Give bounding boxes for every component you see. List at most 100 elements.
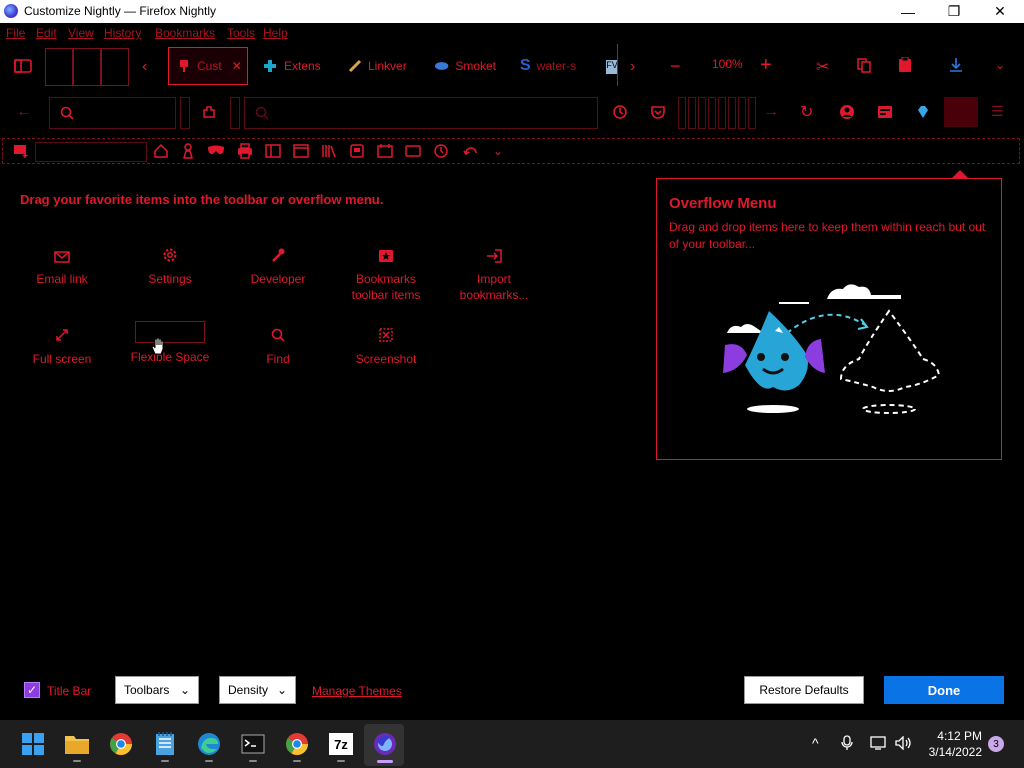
edge-icon[interactable] bbox=[194, 729, 224, 759]
forward-icon[interactable]: → bbox=[763, 103, 779, 121]
hamburger-menu-icon[interactable]: ☰ bbox=[991, 103, 1004, 120]
palette-item-flexible-space[interactable]: Flexible Space bbox=[125, 317, 215, 365]
palette-item-import-bookmarks[interactable]: Import bookmarks... bbox=[449, 237, 539, 303]
tab-placeholder[interactable] bbox=[73, 48, 101, 86]
mask-icon[interactable] bbox=[207, 144, 225, 156]
palette-item-settings[interactable]: Settings bbox=[125, 237, 215, 287]
restore-defaults-button[interactable]: Restore Defaults bbox=[744, 676, 864, 704]
print-icon[interactable] bbox=[237, 143, 253, 159]
new-window-icon[interactable] bbox=[293, 144, 309, 158]
container-tab-icon[interactable] bbox=[405, 145, 421, 157]
palette-item-full-screen[interactable]: Full screen bbox=[17, 317, 107, 367]
microphone-icon[interactable] bbox=[841, 735, 853, 751]
spacer-item[interactable] bbox=[738, 97, 746, 129]
library-icon[interactable] bbox=[877, 104, 893, 120]
notepad-icon[interactable] bbox=[150, 729, 180, 759]
done-button[interactable]: Done bbox=[884, 676, 1004, 704]
tab-water[interactable]: S water-s bbox=[520, 47, 586, 85]
menu-edit[interactable]: Edit bbox=[36, 26, 57, 40]
firefox-nightly-taskbar-icon[interactable] bbox=[370, 729, 400, 759]
pocket-icon[interactable] bbox=[650, 104, 666, 120]
firefox-view-icon[interactable] bbox=[14, 58, 32, 74]
overflow-menu-description: Drag and drop items here to keep them wi… bbox=[669, 220, 986, 251]
tab-placeholder[interactable] bbox=[101, 48, 129, 86]
spacer-item[interactable] bbox=[230, 97, 240, 129]
zoom-out-icon[interactable]: − bbox=[670, 56, 681, 77]
palette-item-find[interactable]: Find bbox=[233, 317, 323, 367]
history-icon[interactable] bbox=[612, 104, 628, 120]
spacer-item[interactable] bbox=[718, 97, 726, 129]
gem-extension-icon[interactable] bbox=[916, 105, 930, 119]
tab-customize[interactable]: Cust ✕ bbox=[168, 47, 248, 85]
menu-bookmarks[interactable]: Bookmarks bbox=[155, 26, 215, 40]
scroll-tabs-right-icon[interactable]: › bbox=[630, 58, 635, 76]
sync-icon[interactable] bbox=[463, 143, 479, 159]
toolbars-dropdown[interactable]: Toolbars ⌄ bbox=[115, 676, 199, 704]
reload-icon[interactable]: ↻ bbox=[800, 102, 813, 122]
extensions-icon[interactable] bbox=[201, 104, 217, 120]
network-icon[interactable] bbox=[870, 736, 888, 750]
show-hidden-icons-icon[interactable]: ^ bbox=[812, 735, 819, 751]
zoom-in-icon[interactable]: + bbox=[760, 54, 772, 77]
palette-item-email-link[interactable]: Email link bbox=[17, 237, 107, 287]
menu-tools[interactable]: Tools bbox=[227, 26, 255, 40]
list-all-tabs-icon[interactable]: ⌄ bbox=[995, 58, 1005, 72]
file-explorer-icon[interactable] bbox=[62, 729, 92, 759]
menu-view[interactable]: View bbox=[68, 26, 94, 40]
spacer-item[interactable] bbox=[708, 97, 716, 129]
restore-button[interactable]: ❐ bbox=[931, 0, 977, 23]
volume-icon[interactable] bbox=[895, 736, 913, 750]
spacer-item[interactable] bbox=[728, 97, 736, 129]
toolbar-text-field[interactable] bbox=[35, 142, 147, 162]
save-to-pocket-icon[interactable] bbox=[349, 143, 365, 159]
close-window-button[interactable]: ✕ bbox=[977, 0, 1023, 23]
density-dropdown[interactable]: Density ⌄ bbox=[219, 676, 296, 704]
account-icon[interactable] bbox=[839, 104, 855, 120]
new-tab-icon[interactable] bbox=[377, 143, 393, 159]
extension-slot[interactable] bbox=[944, 97, 978, 127]
clock-date[interactable]: 3/14/2022 bbox=[918, 745, 982, 759]
recent-history-icon[interactable] bbox=[433, 143, 449, 159]
scroll-tabs-left-icon[interactable]: ‹ bbox=[142, 58, 147, 76]
palette-item-developer[interactable]: Developer bbox=[233, 237, 323, 287]
spacer-item[interactable] bbox=[698, 97, 706, 129]
tab-extensions[interactable]: Extens bbox=[262, 47, 324, 85]
spacer-item[interactable] bbox=[688, 97, 696, 129]
terminal-icon[interactable] bbox=[238, 729, 268, 759]
notification-badge[interactable]: 3 bbox=[988, 736, 1004, 752]
minimize-button[interactable]: — bbox=[885, 0, 931, 23]
tab-placeholder[interactable] bbox=[45, 48, 73, 86]
chess-icon[interactable] bbox=[181, 143, 195, 159]
palette-item-screenshot[interactable]: Screenshot bbox=[341, 317, 431, 367]
home-icon[interactable] bbox=[153, 143, 169, 159]
library-shelf-icon[interactable] bbox=[321, 143, 337, 159]
search-box[interactable] bbox=[49, 97, 176, 129]
downloads-icon[interactable] bbox=[948, 57, 964, 73]
zoom-level[interactable]: 100% bbox=[712, 57, 743, 71]
back-icon[interactable]: ← bbox=[16, 103, 32, 121]
tab-linkverse[interactable]: Linkver bbox=[348, 47, 410, 85]
chrome-icon[interactable] bbox=[106, 729, 136, 759]
url-bar[interactable] bbox=[244, 97, 598, 129]
start-button-icon[interactable] bbox=[18, 729, 48, 759]
manage-themes-link[interactable]: Manage Themes bbox=[312, 684, 402, 698]
palette-item-bookmarks-toolbar-items[interactable]: Bookmarks toolbar items bbox=[341, 237, 431, 303]
spacer-item[interactable] bbox=[678, 97, 686, 129]
chrome-profile-icon[interactable] bbox=[282, 729, 312, 759]
add-bookmark-icon[interactable] bbox=[13, 144, 29, 158]
paste-icon[interactable] bbox=[898, 57, 912, 73]
clock-time[interactable]: 4:12 PM bbox=[928, 729, 982, 743]
title-bar-checkbox[interactable]: ✓ bbox=[24, 682, 40, 698]
spacer-item[interactable] bbox=[748, 97, 756, 129]
close-tab-icon[interactable]: ✕ bbox=[232, 59, 242, 73]
menu-help[interactable]: Help bbox=[263, 26, 288, 40]
tab-smoketest[interactable]: Smoket bbox=[434, 47, 496, 85]
menu-file[interactable]: File bbox=[6, 26, 25, 40]
menu-history[interactable]: History bbox=[104, 26, 141, 40]
cut-icon[interactable]: ✂ bbox=[816, 57, 829, 77]
7zip-icon[interactable]: 7z bbox=[326, 729, 356, 759]
chevron-down-icon[interactable]: ⌄ bbox=[493, 144, 503, 158]
sidebar-icon[interactable] bbox=[265, 144, 281, 158]
spacer-item[interactable] bbox=[180, 97, 190, 129]
copy-icon[interactable] bbox=[856, 57, 872, 73]
